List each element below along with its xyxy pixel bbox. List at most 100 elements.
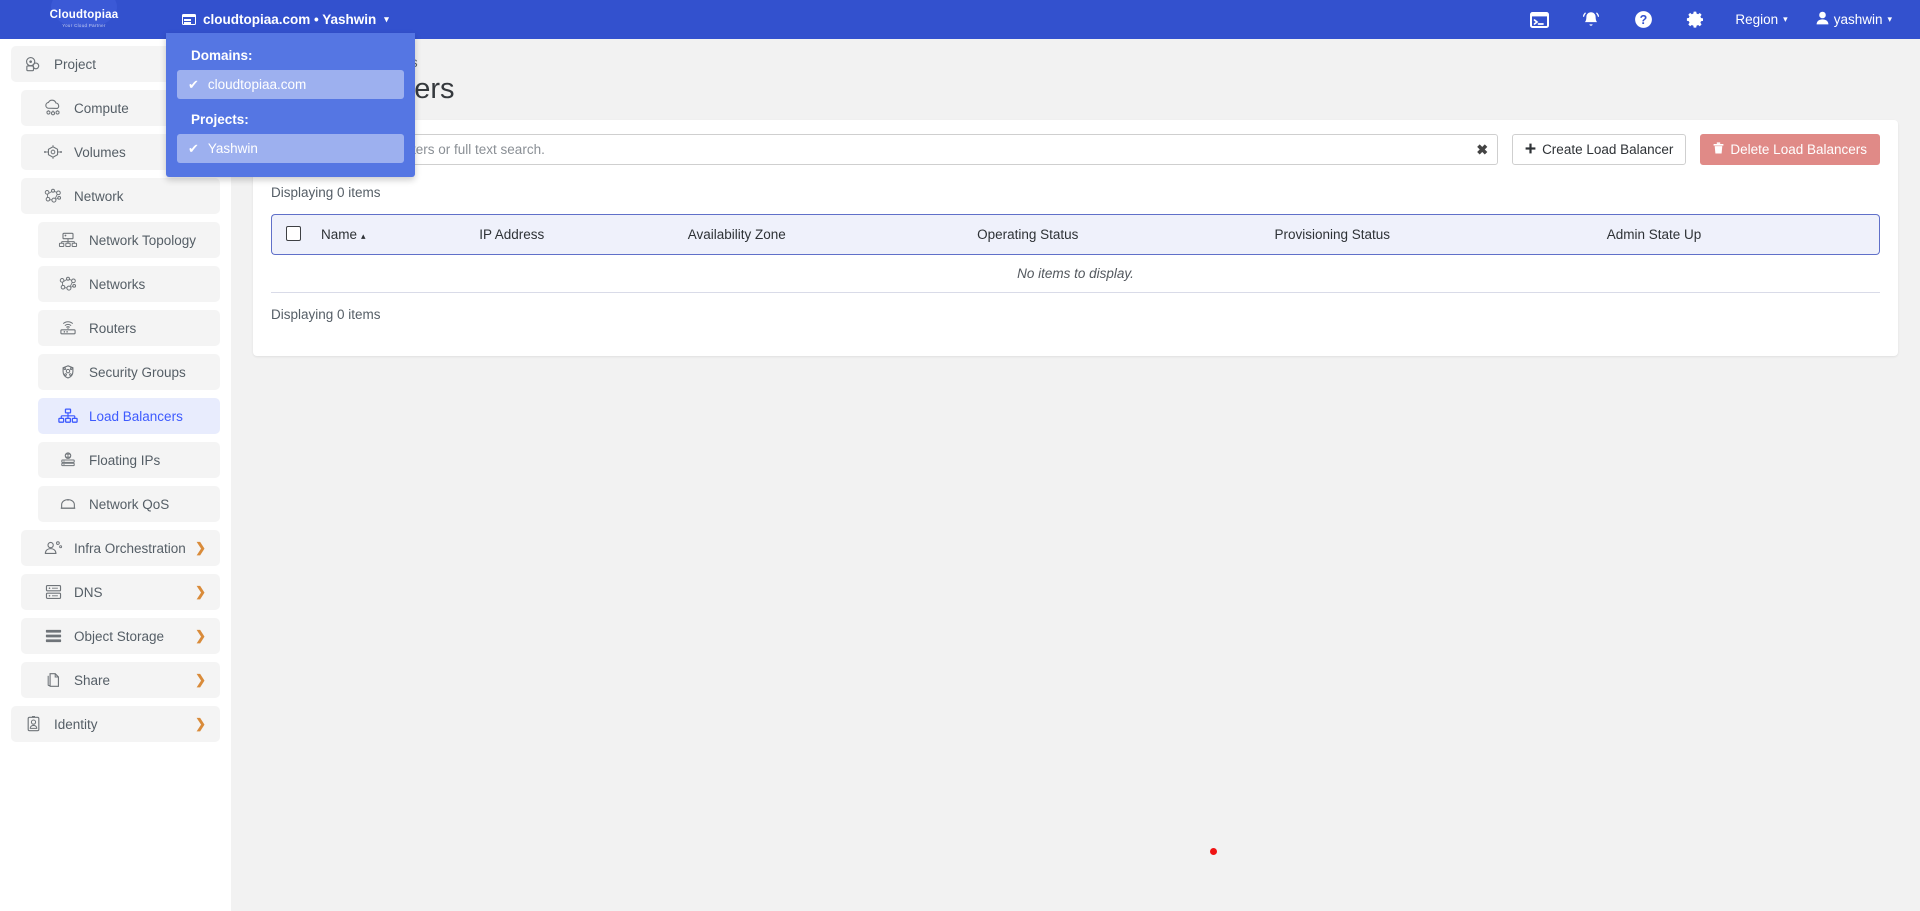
object-storage-icon [43,626,63,646]
chevron-right-icon: ❯ [195,628,206,643]
region-selector[interactable]: Region ▾ [1721,0,1801,39]
column-header-name[interactable]: Name ▴ [311,214,470,255]
svg-text:?: ? [1640,13,1648,27]
settings-gear-icon[interactable] [1669,0,1721,39]
project-option-yashwin[interactable]: ✔ Yashwin [177,134,404,163]
compute-cloud-icon [43,98,63,118]
load-balancer-icon [58,406,78,426]
project-icon [23,54,43,74]
table-head: Name ▴ IP Address Availability Zone Operatin… [271,214,1880,255]
domains-header: Domains: [191,48,253,63]
table-toolbar: ✖ Create Load Balancer [253,120,1898,178]
help-question-icon[interactable]: ? [1617,0,1669,39]
column-header-admin-state-up[interactable]: Admin State Up [1596,214,1880,255]
sidebar-item-label: Identity [54,716,98,732]
sidebar-item-network-topology[interactable]: Network Topology [38,222,220,258]
delete-load-balancers-button[interactable]: Delete Load Balancers [1700,134,1880,165]
project-option-label: Yashwin [207,141,258,156]
volumes-icon [43,142,63,162]
sidebar-item-label: Network [74,188,124,204]
brand-logo[interactable]: Cloudtopiaa Your Cloud Partner [0,0,168,39]
load-balancers-table: Name ▴ IP Address Availability Zone Operatin… [271,214,1880,293]
sidebar-item-label: Security Groups [89,364,186,380]
user-menu[interactable]: yashwin ▾ [1802,0,1906,39]
empty-state-row: No items to display. [271,255,1880,293]
sidebar-item-load-balancers[interactable]: Load Balancers [38,398,220,434]
sidebar-item-label: Network Topology [89,232,197,248]
trash-icon [1713,142,1724,157]
sidebar-item-label: Load Balancers [89,408,183,424]
brand-name: Cloudtopiaa [49,9,119,22]
table-header-row: Name ▴ IP Address Availability Zone Operatin… [271,214,1880,255]
floating-ip-icon [58,450,78,470]
sidebar-item-infra-orchestration[interactable]: Infra Orchestration ❯ [21,530,220,566]
main-content: Network / Load Balancers Load Balancers … [231,39,1920,911]
brand-tagline: Your Cloud Partner [62,23,106,29]
network-qos-icon [58,494,78,514]
sidebar-item-label: DNS [74,584,103,600]
plus-icon [1525,142,1536,157]
console-terminal-icon[interactable] [1513,0,1565,39]
bottom-item-count: Displaying 0 items [271,307,381,322]
sidebar-item-label: Share [74,672,111,688]
search-field-wrapper: ✖ [308,134,1499,165]
sidebar-item-routers[interactable]: Routers [38,310,220,346]
column-header-ip-address[interactable]: IP Address [469,214,678,255]
domain-project-dropdown: Domains: ✔ cloudtopiaa.com Projects: ✔ Y… [166,33,415,177]
column-header-availability-zone[interactable]: Availability Zone [677,214,968,255]
domain-option-cloudtopiaa[interactable]: ✔ cloudtopiaa.com [177,70,404,99]
sidebar-item-identity[interactable]: Identity ❯ [11,706,220,742]
chevron-down-icon: ▾ [1887,14,1892,24]
select-all-checkbox[interactable] [286,225,301,241]
context-label: cloudtopiaa.com • Yashwin [203,12,377,27]
sidebar-item-networks[interactable]: Networks [38,266,220,302]
column-header-label: Name [321,227,358,242]
router-icon [58,318,78,338]
chevron-right-icon: ❯ [195,716,206,731]
sidebar-item-label: Networks [89,276,146,292]
page-title: Load Balancers [253,73,1898,120]
sidebar-item-label: Routers [89,320,137,336]
networks-icon [58,274,78,294]
column-header-label: Admin State Up [1606,227,1702,242]
create-load-balancer-label: Create Load Balancer [1542,142,1674,157]
column-header-label: Availability Zone [687,227,786,242]
sidebar-item-label: Floating IPs [89,452,161,468]
chevron-right-icon: ❯ [195,584,206,599]
create-load-balancer-button[interactable]: Create Load Balancer [1512,134,1687,165]
search-input[interactable] [309,135,1498,164]
sidebar-item-label: Network QoS [89,496,170,512]
projects-header: Projects: [191,112,249,127]
user-name-label: yashwin [1833,12,1883,27]
column-header-label: Operating Status [977,227,1079,242]
column-header-label: Provisioning Status [1274,227,1390,242]
sidebar-item-network-qos[interactable]: Network QoS [38,486,220,522]
chevron-right-icon: ❯ [195,672,206,687]
sidebar-item-network[interactable]: Network [21,178,220,214]
sidebar-item-label: Infra Orchestration [74,540,186,556]
column-header-label: IP Address [479,227,545,242]
table-body: No items to display. [271,255,1880,293]
chevron-down-icon: ▾ [384,14,389,24]
sidebar-item-label: Object Storage [74,628,165,644]
check-icon: ✔ [188,76,199,92]
sidebar-item-object-storage[interactable]: Object Storage ❯ [21,618,220,654]
sidebar-item-floating-ips[interactable]: Floating IPs [38,442,220,478]
load-balancers-card: ✖ Create Load Balancer [253,120,1898,356]
network-topology-icon [58,230,78,250]
empty-state-message: No items to display. [271,255,1880,293]
share-icon [43,670,63,690]
sort-ascending-icon: ▴ [361,231,366,241]
clear-search-icon[interactable]: ✖ [1476,141,1488,158]
sidebar-item-dns[interactable]: DNS ❯ [21,574,220,610]
column-header-provisioning-status[interactable]: Provisioning Status [1264,214,1597,255]
top-item-count: Displaying 0 items [271,185,381,200]
sidebar-item-share[interactable]: Share ❯ [21,662,220,698]
breadcrumb: Network / Load Balancers [253,39,1898,73]
load-balancers-table-wrapper: Name ▴ IP Address Availability Zone Operatin… [253,214,1898,293]
region-label: Region [1735,12,1779,27]
security-groups-icon [58,362,78,382]
sidebar-item-security-groups[interactable]: Security Groups [38,354,220,390]
column-header-operating-status[interactable]: Operating Status [967,214,1265,255]
notifications-bell-icon[interactable] [1565,0,1617,39]
